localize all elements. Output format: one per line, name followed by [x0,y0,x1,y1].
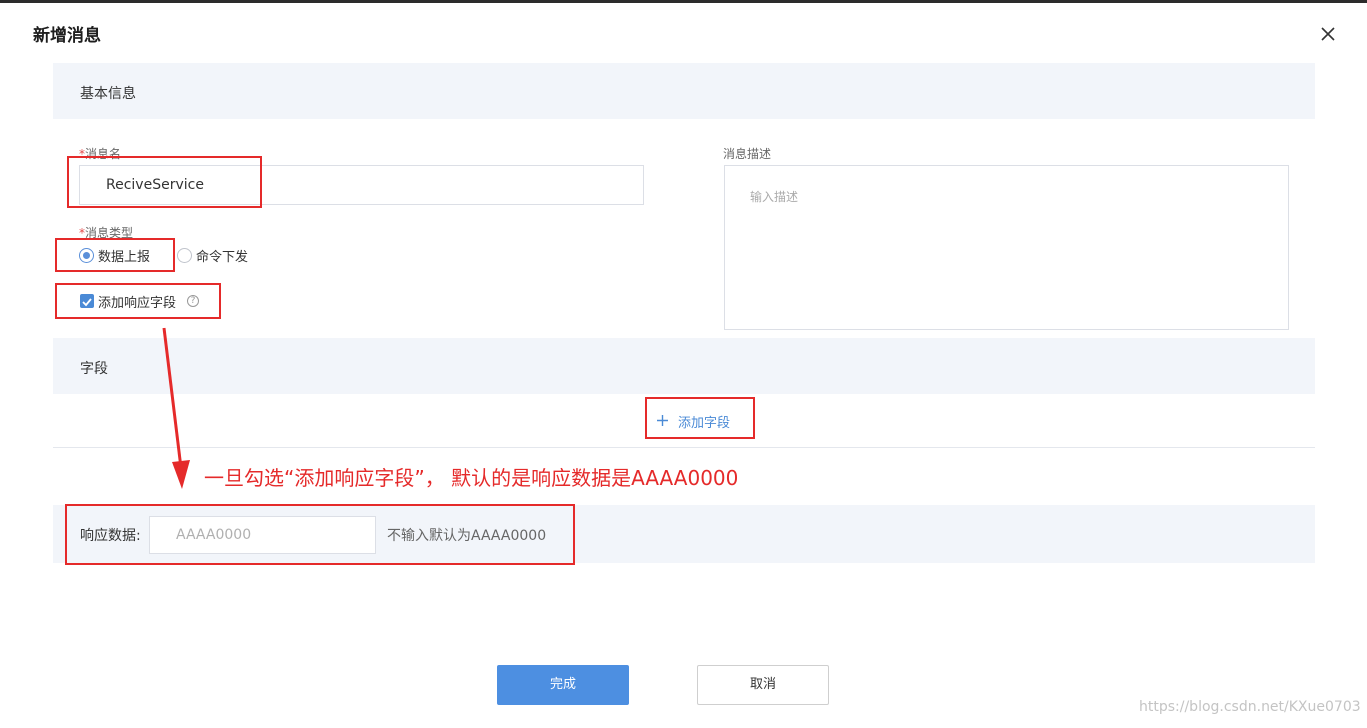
annotation-text: 一旦勾选“添加响应字段”， 默认的是响应数据是AAAA0000 [204,466,739,490]
description-label: 消息描述 [723,147,772,161]
highlight-box-message-type [55,238,175,272]
dialog-title: 新增消息 [33,26,101,46]
confirm-button[interactable]: 完成 [497,665,629,705]
radio-unselected-icon [177,248,192,263]
divider [53,447,1315,448]
highlight-box-response-data [65,504,575,565]
basic-info-header: 基本信息 [53,63,1315,119]
fields-header: 字段 [53,338,1315,394]
highlight-box-response-field [55,283,221,319]
basic-info-title: 基本信息 [80,86,136,102]
fields-title: 字段 [80,361,108,377]
cancel-button[interactable]: 取消 [697,665,829,705]
highlight-box-message-name [67,156,262,208]
highlight-box-add-field [645,397,755,439]
description-textarea[interactable]: 输入描述 [724,165,1289,330]
annotation-arrow [162,327,190,489]
radio-command-send-label: 命令下发 [196,250,249,265]
top-edge-strip [0,0,1367,3]
close-icon[interactable] [1316,22,1340,46]
watermark: https://blog.csdn.net/KXue0703 [1139,699,1361,715]
radio-command-send[interactable]: 命令下发 [177,248,267,265]
